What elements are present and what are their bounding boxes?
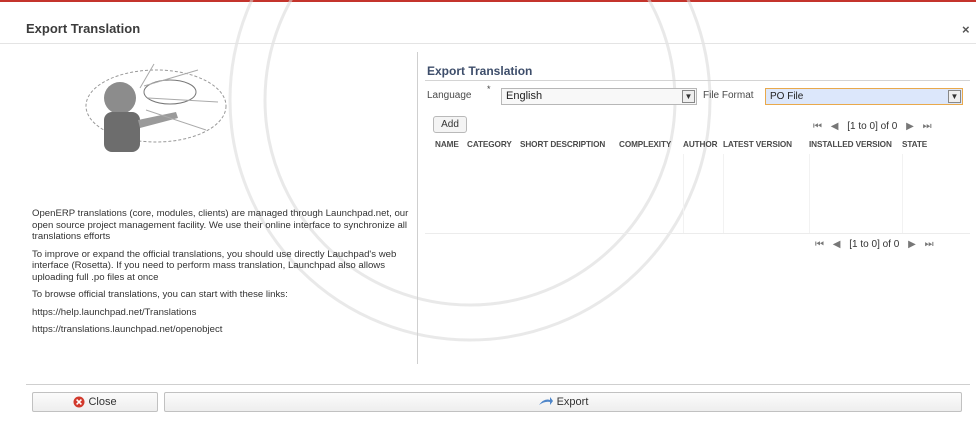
dialog-titlebar: Export Translation × <box>0 14 976 44</box>
language-select[interactable]: English ▼ <box>501 88 697 105</box>
pager-bottom: ⏮ ◀ [1 to 0] of 0 ▶ ⏭ <box>815 239 940 250</box>
column-header[interactable]: COMPLEXITY <box>619 140 671 149</box>
info-paragraph: To improve or expand the official transl… <box>32 248 397 283</box>
column-header[interactable]: NAME <box>435 140 459 149</box>
column-header[interactable]: SHORT DESCRIPTION <box>520 140 605 149</box>
grid-column-line <box>902 154 903 233</box>
export-button-label: Export <box>556 396 589 408</box>
grid-column-line <box>723 154 724 233</box>
footer-divider <box>26 384 970 385</box>
first-page-icon[interactable]: ⏮ <box>815 239 824 250</box>
last-page-icon[interactable]: ⏭ <box>925 239 934 250</box>
add-button[interactable]: Add <box>433 116 467 133</box>
grid-column-line <box>809 154 810 233</box>
chevron-down-icon[interactable]: ▼ <box>682 90 695 103</box>
pager-top: ⏮ ◀ [1 to 0] of 0 ▶ ⏭ <box>813 121 938 132</box>
help-link[interactable]: https://help.launchpad.net/Translations <box>32 307 416 319</box>
prev-page-icon[interactable]: ◀ <box>831 121 839 132</box>
close-button[interactable]: Close <box>32 392 158 412</box>
export-button[interactable]: Export <box>164 392 962 412</box>
dialog-title: Export Translation <box>26 21 141 36</box>
file-format-value: PO File <box>770 91 804 102</box>
close-icon[interactable]: × <box>962 22 970 37</box>
chevron-down-icon[interactable]: ▼ <box>948 90 961 103</box>
info-pane: OpenERP translations (core, modules, cli… <box>26 52 418 364</box>
info-paragraph: To browse official translations, you can… <box>32 289 288 300</box>
next-page-icon[interactable]: ▶ <box>906 121 914 132</box>
grid-header: NAME CATEGORY SHORT DESCRIPTION COMPLEXI… <box>425 136 970 152</box>
close-button-label: Close <box>88 396 117 408</box>
column-header[interactable]: CATEGORY <box>467 140 512 149</box>
prev-page-icon[interactable]: ◀ <box>833 239 841 250</box>
pager-count: [1 to 0] of 0 <box>849 239 900 250</box>
column-header[interactable]: INSTALLED VERSION <box>809 140 892 149</box>
first-page-icon[interactable]: ⏮ <box>813 121 822 132</box>
close-circle-icon <box>73 396 85 408</box>
info-text: OpenERP translations (core, modules, cli… <box>32 208 416 342</box>
column-header[interactable]: LATEST VERSION <box>723 140 792 149</box>
next-page-icon[interactable]: ▶ <box>908 239 916 250</box>
info-paragraph: OpenERP translations (core, modules, cli… <box>32 208 409 242</box>
top-accent-rule <box>0 0 976 2</box>
file-format-label: File Format <box>703 90 754 101</box>
export-icon <box>538 397 553 406</box>
export-form: Export Translation Language * English ▼ … <box>425 58 970 358</box>
translations-link[interactable]: https://translations.launchpad.net/openo… <box>32 324 416 336</box>
required-marker: * <box>487 84 491 94</box>
section-divider <box>425 80 970 81</box>
language-label: Language <box>427 90 472 101</box>
section-title: Export Translation <box>427 64 533 78</box>
translator-illustration <box>85 63 227 152</box>
language-value: English <box>506 90 543 102</box>
grid-body <box>425 154 970 234</box>
column-header[interactable]: AUTHOR <box>683 140 718 149</box>
grid-column-line <box>683 154 684 233</box>
column-header[interactable]: STATE <box>902 140 927 149</box>
file-format-select[interactable]: PO File ▼ <box>765 88 963 105</box>
pager-count: [1 to 0] of 0 <box>847 121 898 132</box>
last-page-icon[interactable]: ⏭ <box>923 121 932 132</box>
